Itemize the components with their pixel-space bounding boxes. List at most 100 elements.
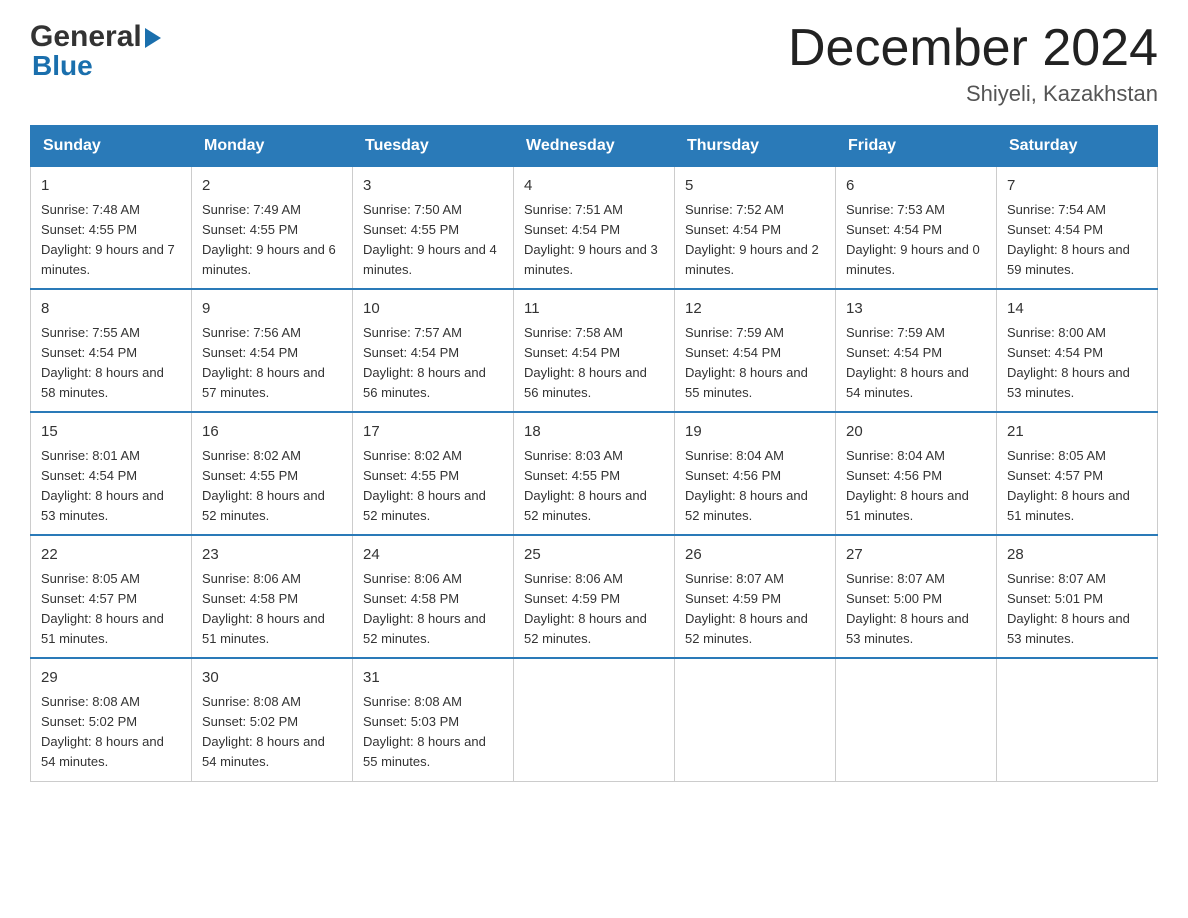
calendar-week-row: 1Sunrise: 7:48 AMSunset: 4:55 PMDaylight…: [31, 166, 1158, 289]
calendar-cell: 24 Sunrise: 8:06 AMSunset: 4:58 PMDayligh…: [353, 535, 514, 658]
calendar-week-row: 15Sunrise: 8:01 AMSunset: 4:54 PMDayligh…: [31, 412, 1158, 535]
day-info: Sunrise: 7:49 AMSunset: 4:55 PMDaylight:…: [202, 202, 336, 277]
day-info: Sunrise: 7:51 AMSunset: 4:54 PMDaylight:…: [524, 202, 658, 277]
calendar-cell: 19 Sunrise: 8:04 AMSunset: 4:56 PMDayligh…: [675, 412, 836, 535]
day-number: 27: [846, 544, 986, 567]
calendar-cell: 18 Sunrise: 8:03 AMSunset: 4:55 PMDayligh…: [514, 412, 675, 535]
day-info: Sunrise: 8:01 AMSunset: 4:54 PMDaylight:…: [41, 448, 164, 523]
logo-row: General: [30, 20, 161, 54]
day-number: 9: [202, 298, 342, 321]
day-info: Sunrise: 7:55 AMSunset: 4:54 PMDaylight:…: [41, 325, 164, 400]
day-info: Sunrise: 8:03 AMSunset: 4:55 PMDaylight:…: [524, 448, 647, 523]
weekday-header-wednesday: Wednesday: [514, 126, 675, 166]
day-number: 26: [685, 544, 825, 567]
day-info: Sunrise: 8:06 AMSunset: 4:58 PMDaylight:…: [202, 571, 325, 646]
day-number: 8: [41, 298, 181, 321]
day-info: Sunrise: 8:07 AMSunset: 5:00 PMDaylight:…: [846, 571, 969, 646]
logo-blue-word: Blue: [32, 50, 93, 81]
day-number: 12: [685, 298, 825, 321]
calendar-cell: 5 Sunrise: 7:52 AMSunset: 4:54 PMDaylight…: [675, 166, 836, 289]
day-number: 4: [524, 175, 664, 198]
weekday-header-tuesday: Tuesday: [353, 126, 514, 166]
day-info: Sunrise: 7:52 AMSunset: 4:54 PMDaylight:…: [685, 202, 819, 277]
calendar-cell: 4 Sunrise: 7:51 AMSunset: 4:54 PMDaylight…: [514, 166, 675, 289]
calendar-cell: 11Sunrise: 7:58 AMSunset: 4:54 PMDayligh…: [514, 289, 675, 412]
calendar-cell: 3 Sunrise: 7:50 AMSunset: 4:55 PMDaylight…: [353, 166, 514, 289]
day-number: 18: [524, 421, 664, 444]
calendar-cell: 31 Sunrise: 8:08 AMSunset: 5:03 PMDayligh…: [353, 658, 514, 781]
calendar-cell: 28 Sunrise: 8:07 AMSunset: 5:01 PMDayligh…: [997, 535, 1158, 658]
day-number: 24: [363, 544, 503, 567]
day-number: 23: [202, 544, 342, 567]
calendar-cell: 30Sunrise: 8:08 AMSunset: 5:02 PMDayligh…: [192, 658, 353, 781]
calendar-cell: 15Sunrise: 8:01 AMSunset: 4:54 PMDayligh…: [31, 412, 192, 535]
day-number: 20: [846, 421, 986, 444]
day-info: Sunrise: 8:02 AMSunset: 4:55 PMDaylight:…: [363, 448, 486, 523]
day-info: Sunrise: 7:53 AMSunset: 4:54 PMDaylight:…: [846, 202, 980, 277]
day-info: Sunrise: 7:59 AMSunset: 4:54 PMDaylight:…: [685, 325, 808, 400]
calendar-cell: 7 Sunrise: 7:54 AMSunset: 4:54 PMDaylight…: [997, 166, 1158, 289]
day-info: Sunrise: 8:04 AMSunset: 4:56 PMDaylight:…: [685, 448, 808, 523]
calendar-cell: 14 Sunrise: 8:00 AMSunset: 4:54 PMDayligh…: [997, 289, 1158, 412]
page-header: General Blue December 2024 Shiyeli, Kaza…: [30, 20, 1158, 107]
title-section: December 2024 Shiyeli, Kazakhstan: [788, 20, 1158, 107]
calendar-table: SundayMondayTuesdayWednesdayThursdayFrid…: [30, 125, 1158, 781]
day-info: Sunrise: 8:08 AMSunset: 5:03 PMDaylight:…: [363, 694, 486, 769]
calendar-cell: 1Sunrise: 7:48 AMSunset: 4:55 PMDaylight…: [31, 166, 192, 289]
calendar-week-row: 8 Sunrise: 7:55 AMSunset: 4:54 PMDaylight…: [31, 289, 1158, 412]
calendar-cell: 27 Sunrise: 8:07 AMSunset: 5:00 PMDayligh…: [836, 535, 997, 658]
day-number: 22: [41, 544, 181, 567]
day-number: 5: [685, 175, 825, 198]
day-info: Sunrise: 7:48 AMSunset: 4:55 PMDaylight:…: [41, 202, 175, 277]
weekday-header-thursday: Thursday: [675, 126, 836, 166]
day-number: 13: [846, 298, 986, 321]
day-info: Sunrise: 8:00 AMSunset: 4:54 PMDaylight:…: [1007, 325, 1130, 400]
day-info: Sunrise: 8:06 AMSunset: 4:58 PMDaylight:…: [363, 571, 486, 646]
calendar-cell: [836, 658, 997, 781]
day-info: Sunrise: 7:59 AMSunset: 4:54 PMDaylight:…: [846, 325, 969, 400]
calendar-cell: 20Sunrise: 8:04 AMSunset: 4:56 PMDayligh…: [836, 412, 997, 535]
day-info: Sunrise: 8:02 AMSunset: 4:55 PMDaylight:…: [202, 448, 325, 523]
day-number: 6: [846, 175, 986, 198]
day-number: 19: [685, 421, 825, 444]
calendar-cell: [675, 658, 836, 781]
calendar-cell: 8 Sunrise: 7:55 AMSunset: 4:54 PMDaylight…: [31, 289, 192, 412]
calendar-week-row: 29Sunrise: 8:08 AMSunset: 5:02 PMDayligh…: [31, 658, 1158, 781]
weekday-header-friday: Friday: [836, 126, 997, 166]
day-info: Sunrise: 8:08 AMSunset: 5:02 PMDaylight:…: [41, 694, 164, 769]
weekday-header-row: SundayMondayTuesdayWednesdayThursdayFrid…: [31, 126, 1158, 166]
day-number: 30: [202, 667, 342, 690]
calendar-cell: 16 Sunrise: 8:02 AMSunset: 4:55 PMDayligh…: [192, 412, 353, 535]
day-number: 31: [363, 667, 503, 690]
day-info: Sunrise: 8:07 AMSunset: 4:59 PMDaylight:…: [685, 571, 808, 646]
day-info: Sunrise: 8:05 AMSunset: 4:57 PMDaylight:…: [41, 571, 164, 646]
day-info: Sunrise: 7:54 AMSunset: 4:54 PMDaylight:…: [1007, 202, 1130, 277]
calendar-cell: 2Sunrise: 7:49 AMSunset: 4:55 PMDaylight…: [192, 166, 353, 289]
logo: General Blue: [30, 20, 161, 82]
day-info: Sunrise: 8:07 AMSunset: 5:01 PMDaylight:…: [1007, 571, 1130, 646]
day-number: 16: [202, 421, 342, 444]
weekday-header-sunday: Sunday: [31, 126, 192, 166]
calendar-week-row: 22 Sunrise: 8:05 AMSunset: 4:57 PMDayligh…: [31, 535, 1158, 658]
weekday-header-monday: Monday: [192, 126, 353, 166]
calendar-cell: 9 Sunrise: 7:56 AMSunset: 4:54 PMDaylight…: [192, 289, 353, 412]
day-number: 7: [1007, 175, 1147, 198]
location: Shiyeli, Kazakhstan: [788, 81, 1158, 107]
day-number: 10: [363, 298, 503, 321]
calendar-cell: 13 Sunrise: 7:59 AMSunset: 4:54 PMDayligh…: [836, 289, 997, 412]
day-info: Sunrise: 8:06 AMSunset: 4:59 PMDaylight:…: [524, 571, 647, 646]
calendar-cell: 25Sunrise: 8:06 AMSunset: 4:59 PMDayligh…: [514, 535, 675, 658]
logo-blue-row: Blue: [30, 50, 93, 82]
day-info: Sunrise: 7:57 AMSunset: 4:54 PMDaylight:…: [363, 325, 486, 400]
day-info: Sunrise: 7:58 AMSunset: 4:54 PMDaylight:…: [524, 325, 647, 400]
weekday-header-saturday: Saturday: [997, 126, 1158, 166]
calendar-cell: 6 Sunrise: 7:53 AMSunset: 4:54 PMDaylight…: [836, 166, 997, 289]
day-info: Sunrise: 7:56 AMSunset: 4:54 PMDaylight:…: [202, 325, 325, 400]
day-number: 14: [1007, 298, 1147, 321]
day-info: Sunrise: 7:50 AMSunset: 4:55 PMDaylight:…: [363, 202, 497, 277]
calendar-cell: 21Sunrise: 8:05 AMSunset: 4:57 PMDayligh…: [997, 412, 1158, 535]
day-number: 17: [363, 421, 503, 444]
day-number: 3: [363, 175, 503, 198]
day-number: 28: [1007, 544, 1147, 567]
calendar-cell: 22 Sunrise: 8:05 AMSunset: 4:57 PMDayligh…: [31, 535, 192, 658]
